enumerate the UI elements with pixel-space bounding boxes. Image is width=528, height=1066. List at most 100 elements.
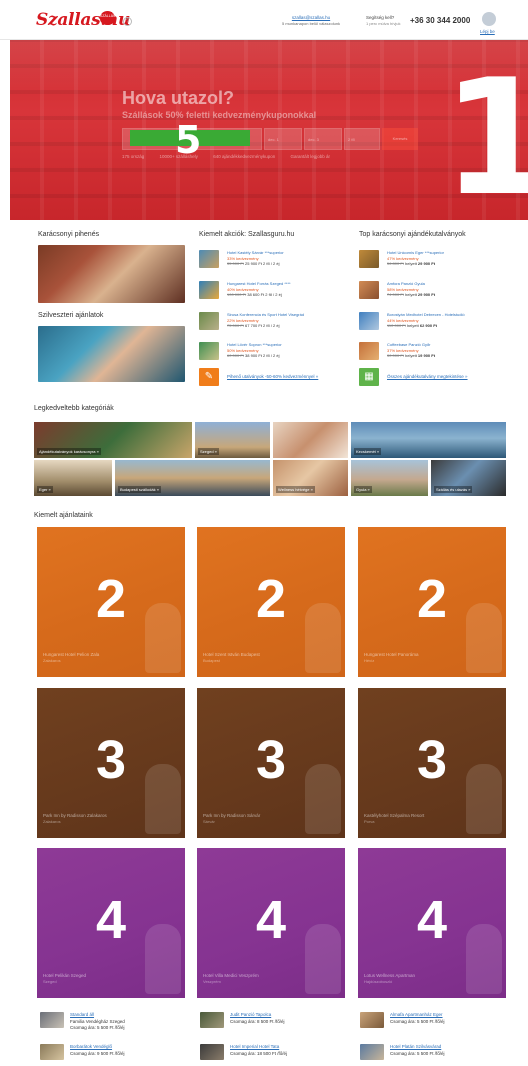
guests-input[interactable]: 2 fő (344, 128, 380, 150)
categories-heading: Legkedveltebb kategóriák (34, 405, 114, 412)
gift-vouchers-heading: Top karácsonyi ajándékutalványok (359, 231, 466, 238)
listing-price: Csomag ára: 5 500 Ft /fő/éj (390, 1051, 445, 1056)
offer-card[interactable]: 3 Kastélyhotel Szépalma Resort Porva (358, 688, 506, 838)
offer-title[interactable]: Hungarest Hotel Pelion Zala (43, 652, 99, 657)
listing-name[interactable]: Borbarátok Vendéglő (70, 1044, 112, 1049)
offer-title[interactable]: Park Inn by Radisson Sárvár (203, 813, 260, 818)
overlay-number-1: 1 (442, 44, 528, 220)
voucher-item[interactable]: Coffeebase Panzió Győr 37% kedvezmény 30… (359, 342, 509, 366)
help-title: Segítség kell? (366, 15, 395, 20)
offer-card[interactable]: 3 Park Inn by Radisson Sárvár Sárvár (197, 688, 345, 838)
search-button[interactable]: Keresés (382, 128, 418, 150)
vouchers-link-label[interactable]: Pihenő utalványok -50-60% kedvezménnyel … (227, 374, 318, 379)
hero-subtitle: Szállások 50% feletti kedvezménykuponokk… (122, 110, 317, 120)
checkout-input[interactable]: dec. 3 (304, 128, 342, 150)
offer-number: 4 (416, 890, 448, 950)
offer-card[interactable]: 2 Hotel Szent István Budapest Budapest (197, 527, 345, 677)
category-label[interactable]: Kecskemét » (354, 448, 382, 455)
voucher-name[interactable]: Hotel Unicornis Eger ***superior (387, 250, 509, 255)
deal-item[interactable]: Hotel Lövér Sopron ***superior 50% kedve… (199, 342, 349, 366)
user-avatar-icon[interactable] (482, 12, 496, 26)
listing-name[interactable]: Hotel Platán Szilvásvárad (390, 1044, 441, 1049)
voucher-item[interactable]: Hotel Unicornis Eger ***superior 47% ked… (359, 250, 509, 274)
voucher-item[interactable]: Amfora Panzió Gyula 58% kedvezmény 74 00… (359, 281, 509, 305)
category-label[interactable]: Szeged » (198, 448, 219, 455)
listing-price: Csomag ára: 9 500 Ft /fő/éj (70, 1051, 125, 1056)
question-icon[interactable]: ? (123, 17, 132, 26)
offer-title[interactable]: Hotel Szent István Budapest (203, 652, 260, 657)
christmas-image[interactable] (38, 245, 185, 303)
offer-number: 4 (255, 890, 287, 950)
category-label[interactable]: Gyula » (354, 486, 372, 493)
category-tile[interactable]: Budapesti szállodák » (115, 460, 270, 496)
offer-title[interactable]: Hungarest Hotel Panoráma (364, 652, 419, 657)
site-logo[interactable]: Szallas.hu (36, 10, 130, 30)
offer-card[interactable]: 2 Hungarest Hotel Pelion Zala Zalakaros (37, 527, 185, 677)
offer-location: Veszprém (203, 979, 221, 984)
offer-title[interactable]: Kastélyhotel Szépalma Resort (364, 813, 424, 818)
voucher-item[interactable]: Borostyán Medhotel Debrecen - Hotelstudi… (359, 312, 509, 336)
offer-title[interactable]: Hotel Pelikán Szeged (43, 973, 86, 978)
phone-number[interactable]: +36 30 344 2000 (410, 16, 470, 25)
listing-name[interactable]: Hotel Imperial Hotel Tata (230, 1044, 279, 1049)
listing-item[interactable]: Standard áll Familia Vendégház Szeged Cs… (40, 1012, 190, 1032)
category-label[interactable]: Szállás és utazás » (434, 486, 473, 493)
offer-card[interactable]: 3 Park Inn by Radisson Zalakaros Zalakar… (37, 688, 185, 838)
category-label[interactable]: Ajándékutalványok karácsonyra » (37, 448, 101, 455)
category-label[interactable]: Eger » (37, 486, 53, 493)
deal-name[interactable]: Hungarest Hotel Forrás Szeged **** (227, 281, 349, 286)
listing-name[interactable]: Judit Panzió Tapolca (230, 1012, 271, 1017)
email-link[interactable]: szallas@szallas.hu (282, 15, 340, 20)
category-tile[interactable]: Gyula » (351, 460, 428, 496)
voucher-name[interactable]: Amfora Panzió Gyula (387, 281, 509, 286)
offer-title[interactable]: Hotel Villa Medici Veszprém (203, 973, 259, 978)
gift-icon: ▦ (359, 368, 379, 386)
offer-number: 4 (95, 890, 127, 950)
category-tile[interactable] (273, 422, 348, 458)
listing-item[interactable]: Almafa Apartmanház Eger Csomag ára: 5 50… (360, 1012, 510, 1032)
deal-name[interactable]: Hotel Kastély Sárvár ***superior (227, 250, 349, 255)
all-vouchers-link[interactable]: ▦ Összes ajándékutalvány megtekintése » (359, 368, 509, 390)
newyear-image[interactable] (38, 326, 185, 382)
help-subtitle[interactable]: 1 perc múlva hívjuk (366, 21, 400, 26)
listing-item[interactable]: Hotel Imperial Hotel Tata Csomag ára: 18… (200, 1044, 350, 1064)
listing-name[interactable]: Standard áll (70, 1012, 94, 1017)
offer-title[interactable]: Lotus Wellness Apartman (364, 973, 415, 978)
deal-name[interactable]: Hotel Lövér Sopron ***superior (227, 342, 349, 347)
voucher-name[interactable]: Borostyán Medhotel Debrecen - Hotelstudi… (387, 312, 509, 317)
login-link[interactable]: Lépj be (480, 29, 495, 34)
offer-title[interactable]: Park Inn by Radisson Zalakaros (43, 813, 107, 818)
stat-accommodations: 10000+ szálláshely (159, 154, 198, 159)
offer-card[interactable]: 2 Hungarest Hotel Panoráma Hévíz (358, 527, 506, 677)
voucher-thumb (359, 342, 379, 360)
deal-name[interactable]: Sirusa Konferencia és Sport Hotel Visegr… (227, 312, 349, 317)
category-tile[interactable]: Kecskemét » (351, 422, 506, 458)
all-vouchers-link-label[interactable]: Összes ajándékutalvány megtekintése » (387, 374, 468, 379)
deal-item[interactable]: Sirusa Konferencia és Sport Hotel Visegr… (199, 312, 349, 336)
heart-logo-icon: SZÁLLÁS (100, 11, 115, 25)
voucher-name[interactable]: Coffeebase Panzió Győr (387, 342, 509, 347)
deal-item[interactable]: Hotel Kastély Sárvár ***superior 33% ked… (199, 250, 349, 274)
vouchers-link[interactable]: ✎ Pihenő utalványok -50-60% kedvezménnye… (199, 368, 349, 390)
listing-item[interactable]: Borbarátok Vendéglő Csomag ára: 9 500 Ft… (40, 1044, 190, 1064)
offer-card[interactable]: 4 Lotus Wellness Apartman Hajdúszoboszló (358, 848, 506, 998)
offer-card[interactable]: 4 Hotel Pelikán Szeged Szeged (37, 848, 185, 998)
voucher-thumb (359, 250, 379, 268)
category-tile[interactable]: Szeged » (195, 422, 270, 458)
category-tile[interactable]: Wellness hétvége » (273, 460, 348, 496)
offer-number: 2 (95, 569, 127, 629)
category-label[interactable]: Wellness hétvége » (276, 486, 315, 493)
email-contact: szallas@szallas.hu 5 munkanapon belül vá… (282, 15, 340, 26)
listing-item[interactable]: Hotel Platán Szilvásvárad Csomag ára: 5 … (360, 1044, 510, 1064)
category-tile[interactable]: Eger » (34, 460, 112, 496)
hero-stats: 175 ország 10000+ szálláshely 640 ajándé… (122, 154, 442, 159)
deal-item[interactable]: Hungarest Hotel Forrás Szeged **** 40% k… (199, 281, 349, 305)
listing-item[interactable]: Judit Panzió Tapolca Csomag ára: 8 500 F… (200, 1012, 350, 1032)
listing-thumb (40, 1044, 64, 1060)
category-tile[interactable]: Ajándékutalványok karácsonyra » (34, 422, 192, 458)
category-tile[interactable]: Szállás és utazás » (431, 460, 506, 496)
offer-card[interactable]: 4 Hotel Villa Medici Veszprém Veszprém (197, 848, 345, 998)
checkin-input[interactable]: dec. 1 (264, 128, 302, 150)
listing-name[interactable]: Almafa Apartmanház Eger (390, 1012, 443, 1017)
category-label[interactable]: Budapesti szállodák » (118, 486, 161, 493)
